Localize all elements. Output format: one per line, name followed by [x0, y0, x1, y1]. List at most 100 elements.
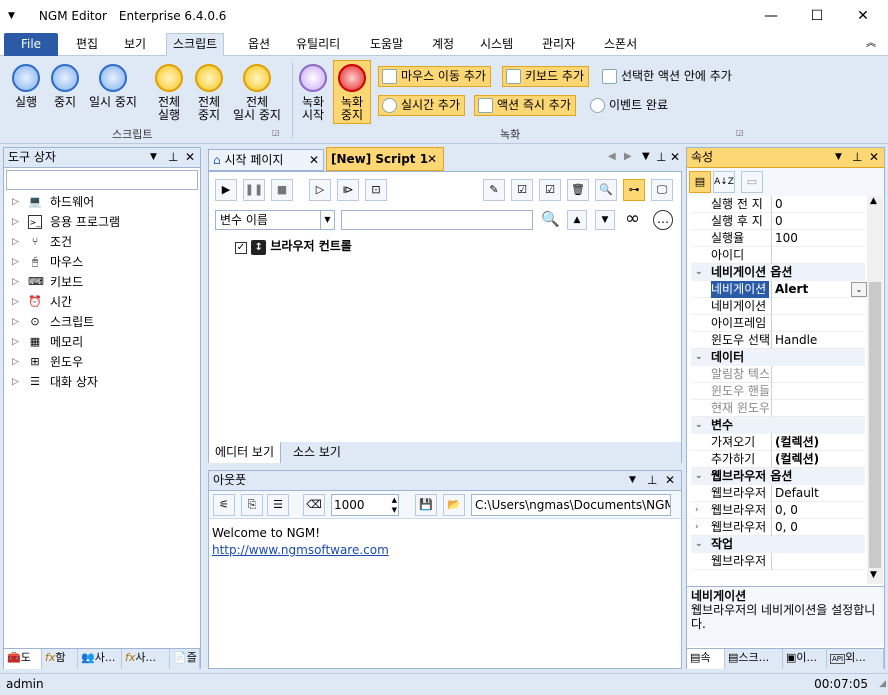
minimize-button[interactable]: —	[748, 0, 794, 32]
pin-icon[interactable]: ⊥	[852, 148, 862, 167]
pin-icon[interactable]: ⊥	[656, 150, 666, 164]
tab-scroll-left-icon[interactable]: ◀	[608, 151, 616, 162]
list-icon[interactable]: ☰	[267, 494, 289, 516]
pause-icon[interactable]: ❚❚	[243, 179, 265, 201]
menu-edit[interactable]: 편집	[70, 34, 104, 56]
property-pages-icon[interactable]: ▭	[741, 171, 763, 193]
script-group-launcher-icon[interactable]: ◲	[272, 128, 280, 137]
property-row[interactable]: 현재 윈도우	[691, 400, 865, 417]
close-icon[interactable]: ✕	[665, 471, 675, 490]
property-row[interactable]: › 웹브라우저 0, 0	[691, 502, 865, 519]
log-path-field[interactable]: C:\Users\ngmas\Documents\NGM6\	[471, 494, 671, 516]
new-log-icon[interactable]: ⎘	[241, 494, 263, 516]
collapse-arrow-icon[interactable]: ⌄	[695, 417, 703, 434]
eraser-icon[interactable]: ⌫	[303, 494, 325, 516]
property-row[interactable]: 실행율 100	[691, 230, 865, 247]
property-row[interactable]: 가져오기 (컬렉션)	[691, 434, 865, 451]
resize-grip-icon[interactable]: ◢	[879, 674, 886, 695]
log-link[interactable]: http://www.ngmsoftware.com	[212, 542, 678, 559]
collapse-arrow-icon[interactable]: ⌄	[695, 536, 703, 553]
menu-sponsor[interactable]: 스폰서	[598, 34, 643, 56]
toolbox-item-mouse[interactable]: ▷ 🖰 마우스	[4, 252, 200, 272]
tree-item-browser-control[interactable]: ✓ ↕ 브라우저 컨트롤	[235, 236, 352, 256]
tab-source-view[interactable]: 소스 보기	[289, 442, 345, 463]
pause-button[interactable]: 일시 중지	[86, 64, 140, 109]
toolbox-item-condition[interactable]: ▷ ⑂ 조건	[4, 232, 200, 252]
menu-utility[interactable]: 유틸리티	[290, 34, 346, 56]
play-icon[interactable]: ▶	[215, 179, 237, 201]
close-tab-icon[interactable]: ✕	[427, 148, 437, 170]
tree-view-icon[interactable]: ⊶	[623, 179, 645, 201]
dropdown-icon[interactable]: ▼	[150, 148, 157, 167]
property-value[interactable]: Alert	[775, 281, 808, 298]
property-category[interactable]: ⌄ 작업	[691, 536, 865, 553]
sort-az-icon[interactable]: A↓Z	[713, 171, 735, 193]
property-value[interactable]: Handle	[775, 332, 817, 349]
property-value[interactable]: 0, 0	[775, 519, 798, 536]
collapse-arrow-icon[interactable]: ⌄	[695, 264, 703, 281]
property-row[interactable]: 웹브라우저 Default	[691, 485, 865, 502]
next-icon[interactable]: ▼	[595, 210, 615, 230]
menu-file[interactable]: File	[4, 33, 58, 56]
clear-filter-icon[interactable]: ⚟	[213, 494, 235, 516]
dropdown-icon[interactable]: ▼	[835, 148, 842, 167]
variable-name-select[interactable]: 변수 이름 ▼	[215, 210, 335, 230]
property-value[interactable]: (컬렉션)	[775, 434, 819, 451]
record-stop-button[interactable]: 녹화 중지	[333, 60, 371, 124]
toolbox-item-script[interactable]: ▷ ⊙ 스크립트	[4, 312, 200, 332]
menu-account[interactable]: 계정	[426, 34, 460, 56]
search-icon[interactable]: 🔍	[595, 179, 617, 201]
property-row[interactable]: 알림창 텍스	[691, 366, 865, 383]
checkbox-checked-icon[interactable]: ✓	[235, 242, 247, 254]
chevron-down-icon[interactable]: ⌄	[851, 282, 867, 297]
previous-icon[interactable]: ▲	[567, 210, 587, 230]
record-group-launcher-icon[interactable]: ◲	[736, 128, 744, 137]
run-all-button[interactable]: 전체 실행	[150, 64, 188, 122]
record-start-button[interactable]: 녹화 시작	[296, 64, 330, 122]
property-row[interactable]: 아이디	[691, 247, 865, 264]
tab-users-1[interactable]: 👥사...	[78, 649, 122, 669]
line-count-stepper[interactable]: 1000 ▲ ▼	[331, 494, 399, 516]
property-category[interactable]: ⌄ 데이터	[691, 349, 865, 366]
menu-script[interactable]: 스크립트	[166, 33, 225, 57]
tab-script-list[interactable]: ▤스크...	[725, 649, 783, 669]
tab-editor-view[interactable]: 에디터 보기	[209, 442, 282, 463]
property-row[interactable]: › 웹브라우저 0, 0	[691, 519, 865, 536]
property-row[interactable]: 네비게이션	[691, 298, 865, 315]
tab-external[interactable]: API 외...	[827, 649, 884, 669]
step-icon[interactable]: ▷	[309, 179, 331, 201]
collapse-arrow-icon[interactable]: ⌄	[695, 468, 703, 485]
stop-all-button[interactable]: 전체 중지	[190, 64, 228, 122]
tab-properties[interactable]: ▤속	[687, 649, 725, 669]
property-row[interactable]: 추가하기 (컬렉션)	[691, 451, 865, 468]
toolbox-item-dialog[interactable]: ▷ ☰ 대화 상자	[4, 372, 200, 392]
collapse-ribbon-icon[interactable]: ︽	[860, 34, 882, 56]
add-action-now-button[interactable]: 액션 즉시 추가	[474, 95, 576, 116]
run-button[interactable]: 실행	[8, 64, 44, 109]
stop-button[interactable]: 중지	[47, 64, 83, 109]
close-icon[interactable]: ✕	[670, 150, 680, 164]
property-row[interactable]: 윈도우 핸들	[691, 383, 865, 400]
tab-list-icon[interactable]: ▼	[642, 151, 650, 162]
property-value[interactable]: 0, 0	[775, 502, 798, 519]
tab-scroll-right-icon[interactable]: ▶	[624, 151, 632, 162]
property-category[interactable]: ⌄ 네비게이션 옵션	[691, 264, 865, 281]
close-icon[interactable]: ✕	[869, 148, 879, 167]
pin-icon[interactable]: ⊥	[168, 148, 178, 167]
close-icon[interactable]: ✕	[185, 148, 195, 167]
more-icon[interactable]: …	[653, 210, 673, 230]
expand-arrow-icon[interactable]: ›	[695, 519, 699, 536]
expand-arrow-icon[interactable]: ›	[695, 502, 699, 519]
tab-functions[interactable]: fx함	[42, 649, 78, 669]
scroll-up-icon[interactable]: ▲	[870, 196, 877, 206]
tab-favorites[interactable]: 📄즐	[170, 649, 200, 669]
edit-icon[interactable]: ✎	[483, 179, 505, 201]
toolbox-item-time[interactable]: ▷ ⏰ 시간	[4, 292, 200, 312]
add-mouse-move-button[interactable]: 마우스 이동 추가	[378, 66, 491, 87]
property-row[interactable]: 웹브라우저	[691, 553, 865, 570]
property-row[interactable]: 네비게이션 Alert ⌄	[691, 281, 867, 298]
tab-start-page[interactable]: ⌂ 시작 페이지 ✕	[208, 149, 324, 171]
folder-icon[interactable]: 📂	[443, 494, 465, 516]
property-category[interactable]: ⌄ 웹브라우저 옵션	[691, 468, 865, 485]
monitor-icon[interactable]: 🖵	[651, 179, 673, 201]
